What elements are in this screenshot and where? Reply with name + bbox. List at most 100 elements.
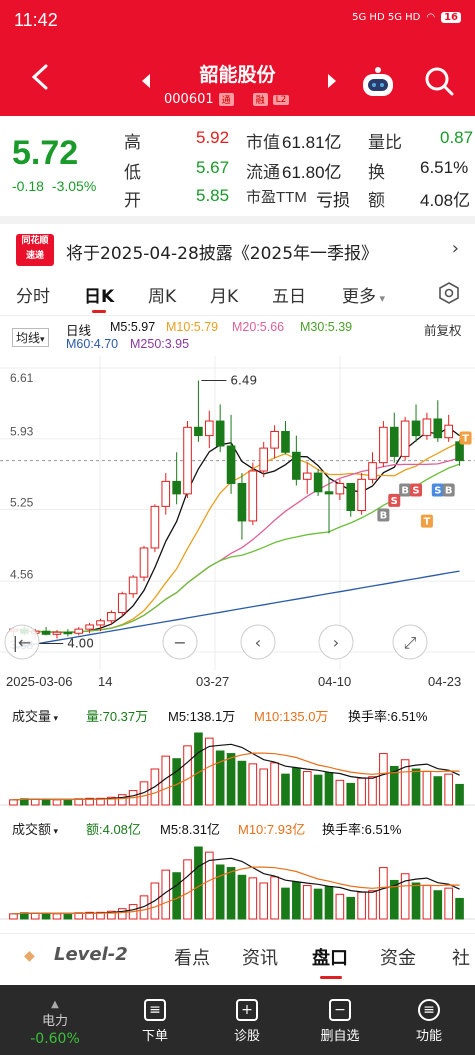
volume-bar xyxy=(379,867,388,920)
minus-box-icon: − xyxy=(329,999,351,1021)
volume-bar xyxy=(346,896,356,920)
ma30: M30:5.39 xyxy=(300,320,353,334)
amount-label: 额 xyxy=(368,191,385,210)
sector-button[interactable]: ▲ 电力 -0.60% xyxy=(22,999,88,1047)
volume-bar xyxy=(302,771,312,806)
stock-name: 韶能股份 xyxy=(199,64,276,86)
battery-icon: 16 xyxy=(441,12,461,23)
adjust-mode[interactable]: 前复权 xyxy=(424,320,462,339)
candle-body xyxy=(237,482,247,522)
candle-body xyxy=(226,445,236,484)
search-icon[interactable] xyxy=(424,66,454,96)
volume-ratio-label: 量比 xyxy=(368,133,402,152)
amount-selector[interactable]: 成交额 ▾ xyxy=(12,819,58,838)
news-logo: 同花顺 速递 xyxy=(16,234,54,266)
volume-bar xyxy=(172,872,181,920)
amount-value: 额:4.08亿 xyxy=(86,822,141,837)
tab-level2[interactable]: Level-2 xyxy=(54,944,128,965)
amount-chart[interactable] xyxy=(0,840,475,920)
candle-body xyxy=(302,472,312,480)
tab-intraday[interactable]: 分时 xyxy=(16,282,50,307)
candle-body xyxy=(292,451,301,480)
current-price: 5.72 xyxy=(12,134,79,172)
status-bar: 11:42 5G HD 5G HD ◠ 16 xyxy=(14,10,461,34)
status-icons: 5G HD 5G HD ◠ 16 xyxy=(352,12,461,23)
volume-bar xyxy=(41,912,51,920)
candle-body xyxy=(107,611,116,622)
scroll-start-icon-glyph: |← xyxy=(13,633,32,652)
ma-selector[interactable]: 均线▾ xyxy=(12,328,49,347)
bottom-toolbar: ▲ 电力 -0.60% ≡ 下单 + 诊股 − 删自选 ≡ 功能 xyxy=(0,985,475,1055)
tab-daily[interactable]: 日K xyxy=(84,282,114,307)
y-tick-label: 5.93 xyxy=(10,425,34,439)
diamond-icon: ◆ xyxy=(24,948,35,964)
volume-bar xyxy=(63,913,73,920)
volume-bar xyxy=(281,887,290,920)
remove-watchlist-button[interactable]: − 删自选 xyxy=(310,999,370,1044)
trade-marker-label: B xyxy=(380,510,388,521)
tab-orderbook[interactable]: 盘口 xyxy=(312,944,348,970)
tab-community[interactable]: 社 xyxy=(452,944,470,970)
news-banner[interactable]: 同花顺 速递 将于2025-04-28披露《2025年一季报》 › xyxy=(0,216,475,268)
tab-monthly[interactable]: 月K xyxy=(210,282,238,307)
volume-bar xyxy=(292,767,301,806)
volume-bar xyxy=(41,798,51,806)
trade-marker-label: T xyxy=(462,433,469,444)
volume-bar xyxy=(237,874,247,920)
trade-marker-label: B xyxy=(401,485,409,496)
volume-bar xyxy=(52,913,62,920)
amount-turnover: 换手率:6.51% xyxy=(322,822,402,837)
settings-icon[interactable] xyxy=(438,282,460,304)
news-text: 将于2025-04-28披露《2025年一季报》 xyxy=(66,244,379,264)
trade-marker-label: S xyxy=(434,485,441,496)
candle-body xyxy=(379,426,388,464)
next-stock-icon[interactable] xyxy=(328,74,336,88)
tab-news[interactable]: 资讯 xyxy=(242,944,278,970)
volume-m5: M5:138.1万 xyxy=(168,709,236,724)
sector-name: 电力 xyxy=(41,1014,68,1029)
volume-bar xyxy=(215,750,225,806)
order-button[interactable]: ≡ 下单 xyxy=(130,999,180,1044)
volume-bar xyxy=(30,912,40,920)
volume-bar xyxy=(433,890,443,920)
volume-bar xyxy=(117,794,127,806)
candle-body xyxy=(444,424,453,439)
tab-funds[interactable]: 资金 xyxy=(380,944,416,970)
zoom-out-icon-glyph: − xyxy=(173,633,186,652)
candle-body xyxy=(346,482,356,512)
candle-body xyxy=(259,447,269,472)
tab-highlights[interactable]: 看点 xyxy=(174,944,210,970)
volume-bar xyxy=(433,776,443,806)
volume-bar xyxy=(248,763,258,806)
ma10-line xyxy=(13,441,460,633)
change-percent: -3.05% xyxy=(51,178,97,194)
volume-selector[interactable]: 成交量 ▾ xyxy=(12,706,58,725)
volume-value: 量:70.37万 xyxy=(86,709,149,724)
candle-body xyxy=(433,418,443,439)
tab-five-day[interactable]: 五日 xyxy=(272,282,306,307)
volume-bar xyxy=(183,745,192,806)
volume-bar xyxy=(237,760,247,806)
tab-weekly[interactable]: 周K xyxy=(148,282,176,307)
open-label: 开 xyxy=(124,191,141,210)
ma250: M250:3.95 xyxy=(130,337,190,351)
volume-bar xyxy=(335,779,345,806)
sector-change: -0.60% xyxy=(30,1031,80,1047)
period-tabs: 分时 日K 周K 月K 五日 更多 ▾ xyxy=(0,270,475,316)
tab-more[interactable]: 更多 ▾ xyxy=(342,282,385,307)
top-bar: 11:42 5G HD 5G HD ◠ 16 韶能股份 000601 通 融 L… xyxy=(0,0,475,116)
low-value: 5.67 xyxy=(196,158,230,177)
functions-button[interactable]: ≡ 功能 xyxy=(404,999,454,1044)
robot-assistant-icon[interactable] xyxy=(360,66,396,98)
diagnose-button[interactable]: + 诊股 xyxy=(222,999,272,1044)
volume-bar xyxy=(346,782,356,806)
volume-bar xyxy=(194,732,203,806)
status-time: 11:42 xyxy=(14,10,58,30)
y-tick-label: 6.61 xyxy=(10,371,34,385)
plus-box-icon: + xyxy=(236,999,258,1021)
chevron-right-icon: › xyxy=(451,238,459,259)
y-tick-label: 5.25 xyxy=(10,495,34,509)
volume-chart[interactable] xyxy=(0,726,475,806)
open-value: 5.85 xyxy=(196,186,230,205)
kline-chart[interactable]: 6.615.935.254.563.886.494.00BSBSSBTT|←−‹… xyxy=(0,356,475,670)
